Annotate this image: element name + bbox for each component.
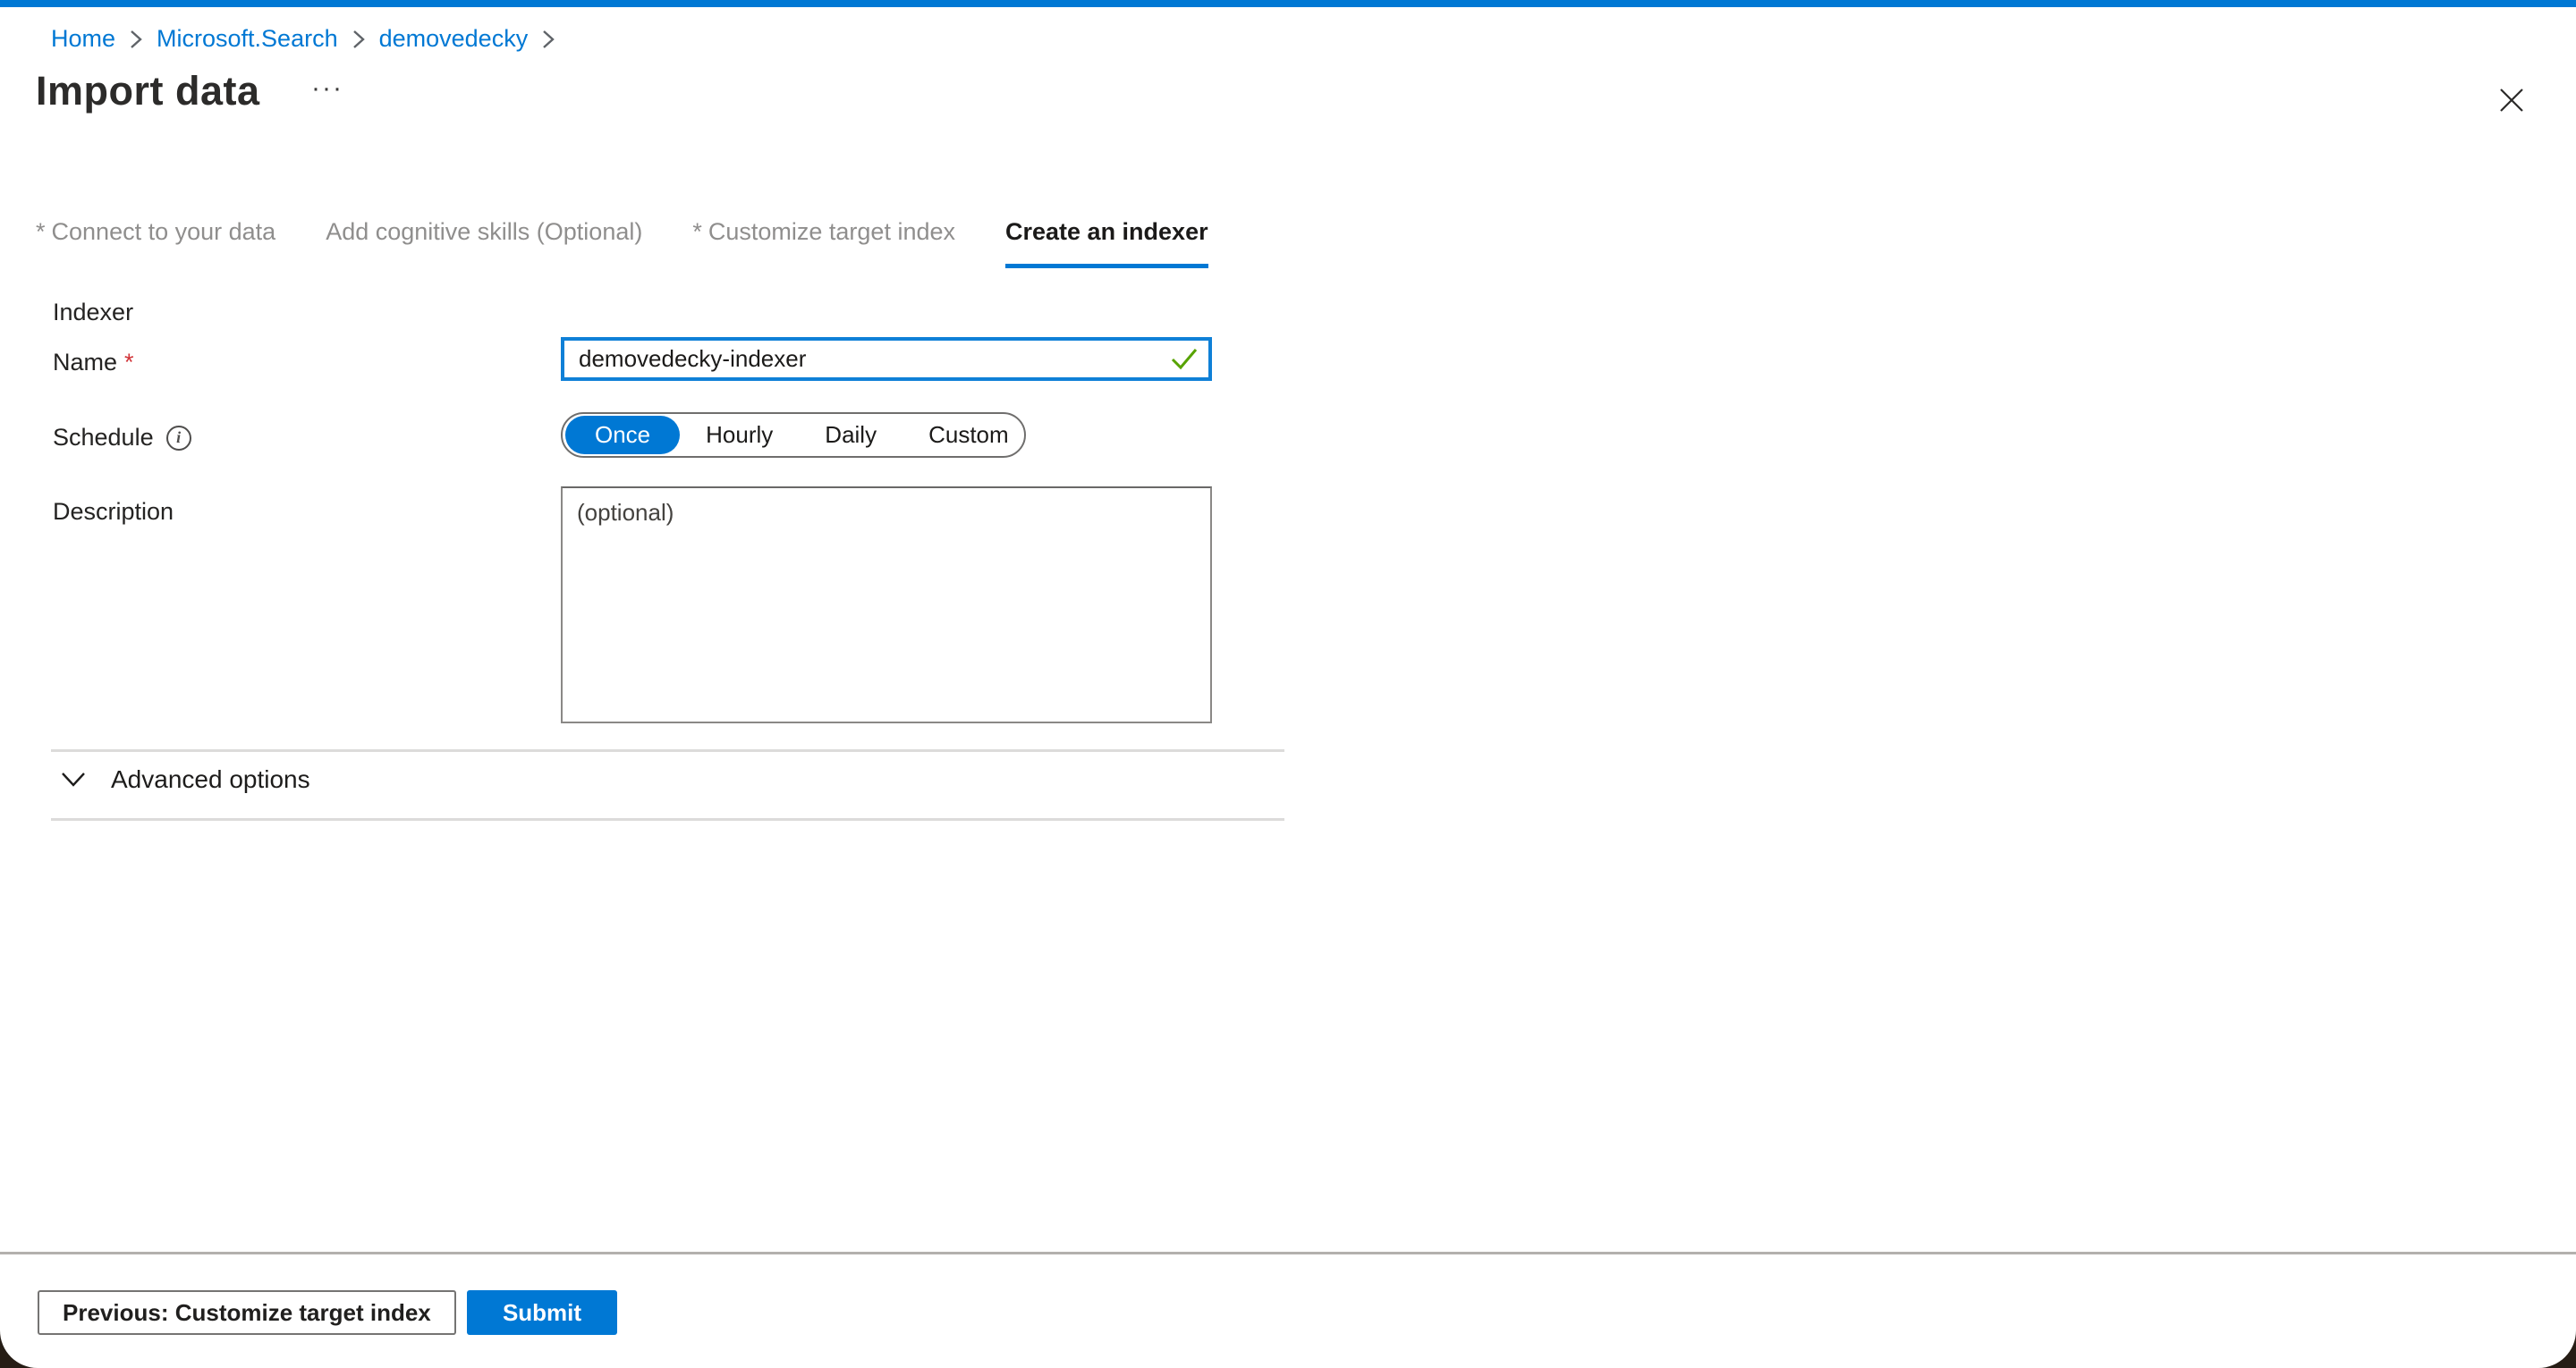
divider [51,749,1284,752]
description-textarea[interactable] [561,486,1212,723]
info-icon[interactable]: i [166,426,191,451]
top-accent-bar [0,0,2576,7]
tab-label: Customize target index [708,218,955,245]
wizard-tabs: *Connect to your data Add cognitive skil… [36,218,1208,268]
tab-required-mark: * [692,218,702,245]
chevron-right-icon [542,29,555,50]
tab-add-cognitive-skills[interactable]: Add cognitive skills (Optional) [326,218,642,268]
close-button[interactable] [2494,82,2529,118]
name-field-label: Name* [53,349,134,376]
footer-divider [0,1252,2576,1254]
tab-customize-target-index[interactable]: *Customize target index [692,218,955,268]
chevron-right-icon [130,29,142,50]
page-title: Import data [36,68,260,114]
previous-step-button[interactable]: Previous: Customize target index [38,1290,456,1335]
schedule-field-label: Schedule i [53,424,191,452]
advanced-options-toggle[interactable]: Advanced options [61,765,310,794]
section-title-indexer: Indexer [53,299,133,326]
tab-label: Connect to your data [52,218,276,245]
tab-label: Create an indexer [1005,218,1208,245]
checkmark-icon [1171,347,1198,375]
submit-button[interactable]: Submit [467,1290,617,1335]
indexer-name-input[interactable] [561,337,1212,381]
required-asterisk: * [124,349,134,376]
breadcrumb-link-resource[interactable]: demovedecky [379,25,529,53]
breadcrumb-link-home[interactable]: Home [51,25,115,53]
advanced-options-label: Advanced options [111,765,310,794]
description-field-label: Description [53,498,174,526]
schedule-option-hourly[interactable]: Hourly [680,414,799,456]
chevron-right-icon [352,29,365,50]
tab-create-an-indexer[interactable]: Create an indexer [1005,218,1208,268]
schedule-option-once[interactable]: Once [565,416,680,454]
close-icon [2497,86,2526,114]
divider [51,818,1284,821]
import-data-panel: Home Microsoft.Search demovedecky Import… [0,0,2576,1368]
tab-connect-to-your-data[interactable]: *Connect to your data [36,218,275,268]
schedule-option-daily[interactable]: Daily [799,414,902,456]
tab-required-mark: * [36,218,46,245]
breadcrumb: Home Microsoft.Search demovedecky [51,25,555,53]
schedule-option-custom[interactable]: Custom [902,414,1035,456]
schedule-segmented-control: Once Hourly Daily Custom [561,412,1026,458]
name-input-wrap [561,337,1212,381]
breadcrumb-link-service[interactable]: Microsoft.Search [157,25,338,53]
chevron-down-icon [61,772,86,788]
tab-label: Add cognitive skills (Optional) [326,218,642,245]
more-options-button[interactable]: ··· [311,73,343,104]
